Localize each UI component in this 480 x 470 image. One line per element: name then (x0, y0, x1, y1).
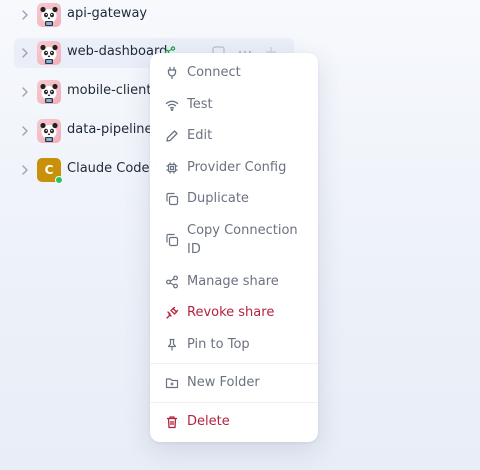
pencil-icon (164, 128, 180, 144)
chevron-right-icon[interactable] (20, 10, 30, 20)
menu-item-label: Revoke share (187, 305, 275, 320)
copy-icon (164, 191, 180, 207)
menu-item-label: Provider Config (187, 160, 287, 175)
chevron-right-icon[interactable] (20, 48, 30, 58)
menu-divider (150, 363, 318, 364)
panda-avatar (37, 3, 61, 27)
menu-item-label: Duplicate (187, 191, 249, 206)
trash-icon (164, 414, 180, 430)
share-icon (164, 274, 180, 290)
menu-item-label: Delete (187, 414, 230, 429)
wifi-icon (164, 97, 180, 113)
pin-icon (164, 337, 180, 353)
tree-item-label: api-gateway (67, 6, 148, 21)
menu-item-label: New Folder (187, 375, 260, 390)
tree-item-label: mobile-client (67, 83, 152, 98)
tree-item-label: Claude Code · (67, 161, 158, 176)
copy-icon (164, 232, 180, 248)
avatar-letter: C (44, 163, 54, 177)
plug-icon (164, 65, 180, 81)
tree-item-label: data-pipeline (67, 122, 153, 137)
unplug-icon (164, 305, 180, 321)
menu-item-label: Copy Connection ID (187, 223, 298, 257)
menu-item-label: Edit (187, 128, 213, 143)
claude-avatar: C (37, 158, 63, 184)
folder-plus-icon (164, 375, 180, 391)
chevron-right-icon[interactable] (20, 126, 30, 136)
panda-avatar (37, 41, 61, 65)
panda-avatar (37, 119, 61, 143)
panda-avatar (37, 80, 61, 104)
menu-item-label: Connect (187, 65, 241, 80)
menu-item-label: Manage share (187, 274, 279, 289)
menu-item-label: Test (187, 97, 213, 112)
chevron-right-icon[interactable] (20, 165, 30, 175)
menu-divider (150, 402, 318, 403)
context-menu: Connect Test Edit Provider Config Duplic… (150, 53, 318, 442)
menu-item-label: Pin to Top (187, 337, 250, 352)
chip-icon (164, 160, 180, 176)
online-status-dot (55, 176, 63, 184)
chevron-right-icon[interactable] (20, 87, 30, 97)
